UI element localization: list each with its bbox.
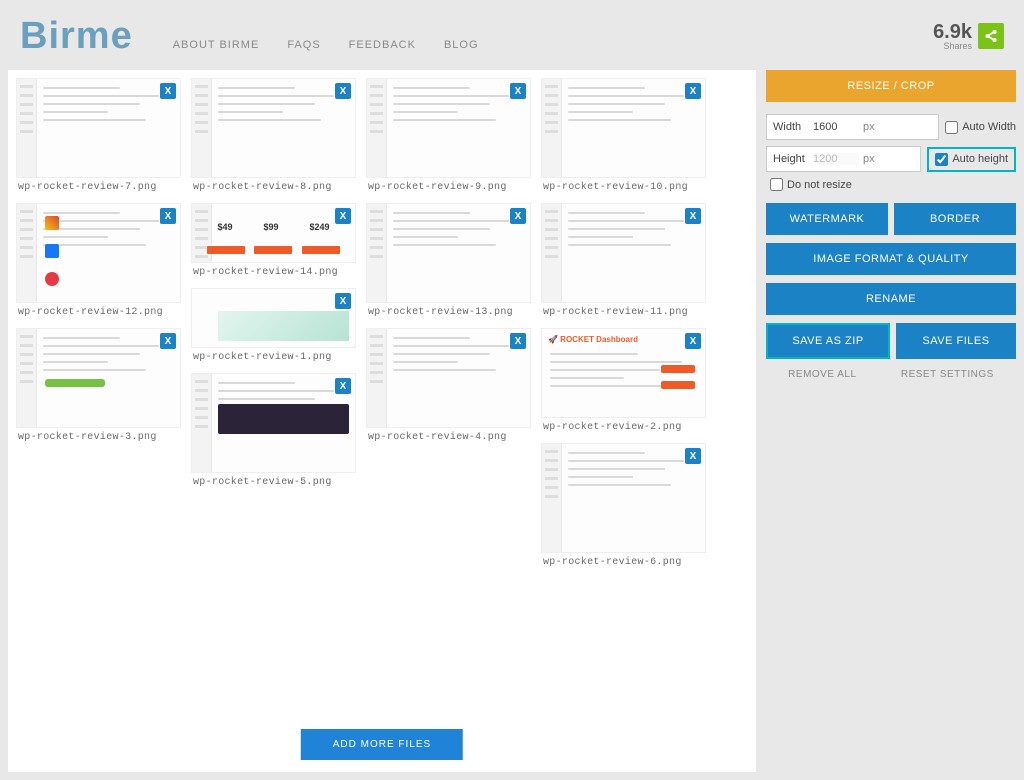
remove-thumbnail-button[interactable]: X	[160, 208, 176, 224]
thumbnail-filename: wp-rocket-review-14.png	[191, 263, 356, 278]
nav-feedback[interactable]: FEEDBACK	[349, 39, 416, 51]
auto-height-checkbox[interactable]: Auto height	[927, 147, 1016, 172]
add-more-files-button[interactable]: ADD MORE FILES	[301, 729, 463, 760]
header: Birme ABOUT BIRME FAQS FEEDBACK BLOG 6.9…	[0, 0, 1024, 62]
auto-width-checkbox[interactable]: Auto Width	[945, 121, 1016, 134]
remove-thumbnail-button[interactable]: X	[335, 83, 351, 99]
rename-section[interactable]: RENAME	[766, 283, 1016, 315]
logo: Birme	[20, 15, 133, 58]
remove-thumbnail-button[interactable]: X	[160, 83, 176, 99]
remove-all-link[interactable]: REMOVE ALL	[788, 369, 856, 380]
remove-thumbnail-button[interactable]: X	[510, 208, 526, 224]
image-workspace: Xwp-rocket-review-7.pngXwp-rocket-review…	[8, 70, 756, 772]
save-files-button[interactable]: SAVE FILES	[896, 323, 1016, 359]
thumbnail-filename: wp-rocket-review-10.png	[541, 178, 706, 193]
height-input[interactable]	[813, 153, 859, 165]
share-icon[interactable]	[978, 23, 1004, 49]
thumbnail-filename: wp-rocket-review-8.png	[191, 178, 356, 193]
shares-count: 6.9k Shares	[933, 22, 972, 51]
thumbnail-filename: wp-rocket-review-2.png	[541, 418, 706, 433]
do-not-resize-checkbox[interactable]: Do not resize	[766, 178, 1016, 191]
remove-thumbnail-button[interactable]: X	[510, 333, 526, 349]
thumbnail[interactable]: 🚀 ROCKET DashboardXwp-rocket-review-2.pn…	[541, 328, 706, 433]
remove-thumbnail-button[interactable]: X	[335, 378, 351, 394]
top-nav: ABOUT BIRME FAQS FEEDBACK BLOG	[173, 21, 933, 51]
remove-thumbnail-button[interactable]: X	[685, 333, 701, 349]
nav-blog[interactable]: BLOG	[444, 39, 479, 51]
thumbnail[interactable]: $49$99$249Xwp-rocket-review-14.png	[191, 203, 356, 278]
thumbnail[interactable]: Xwp-rocket-review-1.png	[191, 288, 356, 363]
resize-crop-section[interactable]: RESIZE / CROP	[766, 70, 1016, 102]
thumbnail[interactable]: Xwp-rocket-review-4.png	[366, 328, 531, 443]
thumbnail-filename: wp-rocket-review-3.png	[16, 428, 181, 443]
watermark-section[interactable]: WATERMARK	[766, 203, 888, 235]
remove-thumbnail-button[interactable]: X	[335, 293, 351, 309]
format-quality-section[interactable]: IMAGE FORMAT & QUALITY	[766, 243, 1016, 275]
thumbnail[interactable]: Xwp-rocket-review-6.png	[541, 443, 706, 568]
thumbnail-filename: wp-rocket-review-9.png	[366, 178, 531, 193]
save-as-zip-button[interactable]: SAVE AS ZIP	[766, 323, 890, 359]
thumbnail[interactable]: Xwp-rocket-review-12.png	[16, 203, 181, 318]
resize-options: Width px Auto Width Height px	[766, 110, 1016, 195]
share-box: 6.9k Shares	[933, 22, 1004, 51]
border-section[interactable]: BORDER	[894, 203, 1016, 235]
thumbnail[interactable]: Xwp-rocket-review-10.png	[541, 78, 706, 193]
width-input-box: Width px	[766, 114, 939, 140]
height-input-box: Height px	[766, 146, 921, 172]
thumbnail[interactable]: Xwp-rocket-review-9.png	[366, 78, 531, 193]
shares-label: Shares	[933, 42, 972, 51]
thumbnail[interactable]: Xwp-rocket-review-5.png	[191, 373, 356, 488]
thumbnail-filename: wp-rocket-review-7.png	[16, 178, 181, 193]
nav-faqs[interactable]: FAQS	[287, 39, 320, 51]
nav-about[interactable]: ABOUT BIRME	[173, 39, 260, 51]
height-unit: px	[859, 153, 883, 165]
remove-thumbnail-button[interactable]: X	[685, 448, 701, 464]
width-unit: px	[859, 121, 883, 133]
thumbnail[interactable]: Xwp-rocket-review-13.png	[366, 203, 531, 318]
thumbnail-filename: wp-rocket-review-1.png	[191, 348, 356, 363]
remove-thumbnail-button[interactable]: X	[685, 208, 701, 224]
settings-panel: RESIZE / CROP Width px Auto Width Height	[766, 70, 1016, 772]
thumbnail[interactable]: Xwp-rocket-review-7.png	[16, 78, 181, 193]
thumbnail-filename: wp-rocket-review-12.png	[16, 303, 181, 318]
thumbnail-filename: wp-rocket-review-4.png	[366, 428, 531, 443]
thumbnail[interactable]: Xwp-rocket-review-8.png	[191, 78, 356, 193]
remove-thumbnail-button[interactable]: X	[685, 83, 701, 99]
shares-number: 6.9k	[933, 22, 972, 42]
thumbnail-filename: wp-rocket-review-6.png	[541, 553, 706, 568]
thumbnail[interactable]: Xwp-rocket-review-3.png	[16, 328, 181, 443]
remove-thumbnail-button[interactable]: X	[510, 83, 526, 99]
width-input[interactable]	[813, 121, 859, 133]
height-label: Height	[767, 153, 813, 165]
thumbnail-filename: wp-rocket-review-11.png	[541, 303, 706, 318]
remove-thumbnail-button[interactable]: X	[335, 208, 351, 224]
thumbnail-filename: wp-rocket-review-5.png	[191, 473, 356, 488]
remove-thumbnail-button[interactable]: X	[160, 333, 176, 349]
reset-settings-link[interactable]: RESET SETTINGS	[901, 369, 994, 380]
thumbnail-filename: wp-rocket-review-13.png	[366, 303, 531, 318]
thumbnail[interactable]: Xwp-rocket-review-11.png	[541, 203, 706, 318]
width-label: Width	[767, 121, 813, 133]
